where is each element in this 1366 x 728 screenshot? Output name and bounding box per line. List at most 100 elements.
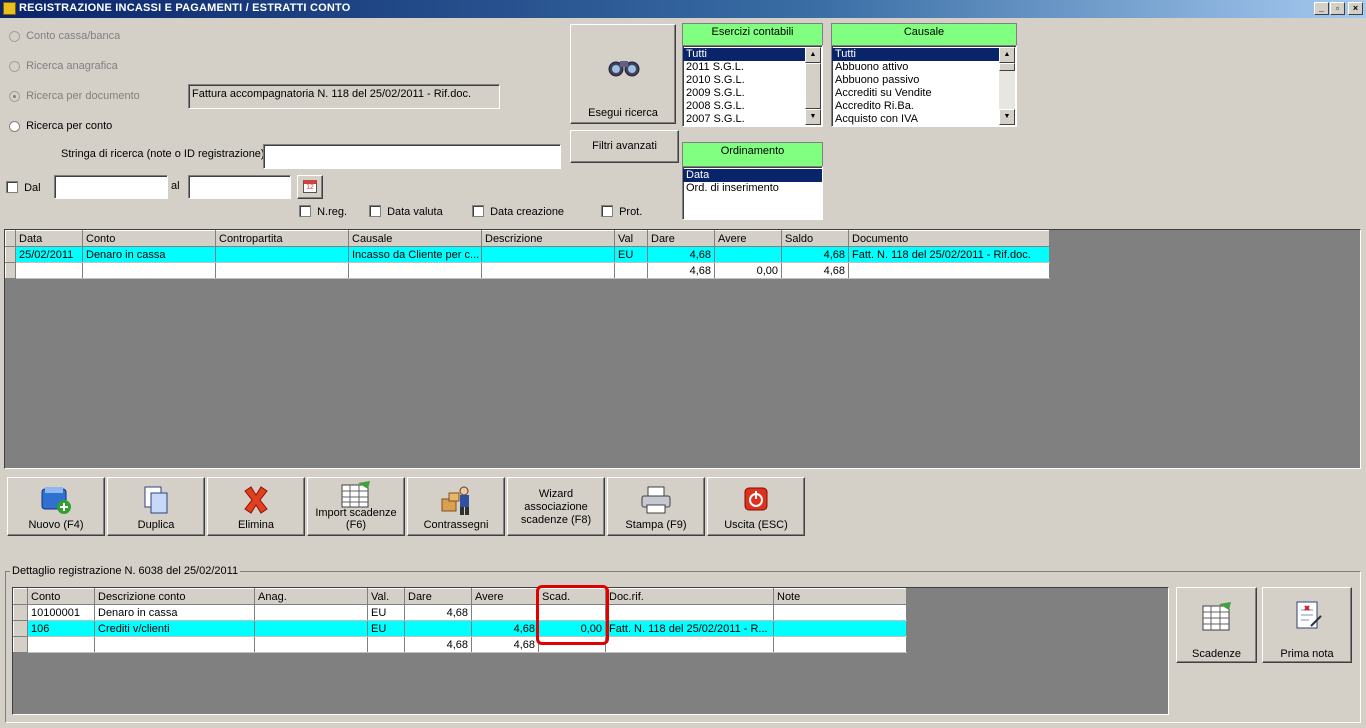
cell-documento[interactable]	[848, 262, 1050, 279]
cell-anag[interactable]	[254, 604, 368, 621]
column-header-data[interactable]: Data	[15, 230, 83, 247]
esercizi-item[interactable]: 2010 S.G.L.	[683, 74, 805, 87]
cell-contropartita[interactable]	[215, 246, 349, 263]
column-header-descrizione[interactable]: Descrizione	[481, 230, 615, 247]
dal-checkbox[interactable]: Dal	[6, 181, 41, 196]
prima-nota-button[interactable]: Prima nota	[1262, 587, 1352, 663]
cell-avere[interactable]: 4,68	[471, 620, 539, 637]
column-header-contropartita[interactable]: Contropartita	[215, 230, 349, 247]
cell-doc-rif[interactable]	[605, 636, 774, 653]
restore-button[interactable]: ▫	[1330, 2, 1345, 15]
import-scadenze-button[interactable]: Import scadenze (F6)	[307, 477, 405, 536]
table-row[interactable]: 10100001 Denaro in cassa EU 4,68	[13, 604, 907, 621]
scroll-up-arrow-icon[interactable]: ▲	[805, 47, 821, 63]
cell-conto[interactable]	[82, 262, 216, 279]
filtri-avanzati-button[interactable]: Filtri avanzati	[570, 130, 679, 163]
causale-item[interactable]: Abbuono passivo	[832, 74, 1000, 87]
cell-dare[interactable]: 4,68	[404, 636, 472, 653]
column-header-causale[interactable]: Causale	[348, 230, 482, 247]
contrassegni-button[interactable]: Contrassegni	[407, 477, 505, 536]
scroll-thumb[interactable]	[999, 63, 1015, 71]
cell-data[interactable]: 25/02/2011	[15, 246, 83, 263]
cell-descrizione-conto[interactable]	[94, 636, 255, 653]
column-header-doc-rif[interactable]: Doc.rif.	[605, 588, 774, 605]
scroll-thumb[interactable]	[805, 63, 821, 109]
cell-descrizione-conto[interactable]: Denaro in cassa	[94, 604, 255, 621]
radio-documento[interactable]: Ricerca per documento	[9, 90, 140, 102]
esercizi-item[interactable]: 2009 S.G.L.	[683, 87, 805, 100]
column-header-conto[interactable]: Conto	[82, 230, 216, 247]
row-indicator[interactable]	[5, 262, 16, 279]
cell-dare[interactable]: 4,68	[647, 246, 715, 263]
cell-dare[interactable]: 4,68	[647, 262, 715, 279]
causale-item[interactable]: Accrediti su Vendite	[832, 87, 1000, 100]
column-header-descrizione-conto[interactable]: Descrizione conto	[94, 588, 255, 605]
causale-scrollbar[interactable]: ▲ ▼	[999, 47, 1015, 125]
esercizi-item[interactable]: 2008 S.G.L.	[683, 100, 805, 113]
scroll-down-arrow-icon[interactable]: ▼	[805, 109, 821, 125]
scroll-up-arrow-icon[interactable]: ▲	[999, 47, 1015, 63]
cell-descrizione-conto[interactable]: Crediti v/clienti	[94, 620, 255, 637]
scadenze-button[interactable]: Scadenze	[1176, 587, 1257, 663]
cell-val[interactable]	[614, 262, 648, 279]
stampa-button[interactable]: Stampa (F9)	[607, 477, 705, 536]
close-button[interactable]: ×	[1348, 2, 1363, 15]
esercizi-item[interactable]: Tutti	[683, 48, 805, 61]
column-header-documento[interactable]: Documento	[848, 230, 1050, 247]
cell-note[interactable]	[773, 604, 907, 621]
column-header-avere[interactable]: Avere	[471, 588, 539, 605]
elimina-button[interactable]: Elimina	[207, 477, 305, 536]
scroll-down-arrow-icon[interactable]: ▼	[999, 109, 1015, 125]
row-indicator[interactable]	[13, 604, 28, 621]
data-creazione-checkbox[interactable]: Data creazione	[472, 205, 564, 220]
radio-conto-cassa[interactable]: Conto cassa/banca	[9, 30, 120, 42]
cell-val[interactable]: EU	[614, 246, 648, 263]
radio-conto[interactable]: Ricerca per conto	[9, 120, 112, 132]
cell-documento[interactable]: Fatt. N. 118 del 25/02/2011 - Rif.doc.	[848, 246, 1050, 263]
table-row[interactable]: 4,68 4,68	[13, 636, 907, 653]
cell-descrizione[interactable]	[481, 246, 615, 263]
cell-avere[interactable]	[471, 604, 539, 621]
cell-val[interactable]: EU	[367, 604, 405, 621]
cell-conto[interactable]	[27, 636, 95, 653]
cell-doc-rif[interactable]	[605, 604, 774, 621]
cell-conto[interactable]: 106	[27, 620, 95, 637]
cell-causale[interactable]	[348, 262, 482, 279]
minimize-button[interactable]: _	[1314, 2, 1329, 15]
column-header-val[interactable]: Val.	[367, 588, 405, 605]
stringa-input[interactable]	[263, 144, 561, 169]
column-header-anag[interactable]: Anag.	[254, 588, 368, 605]
detail-grid[interactable]: Conto Descrizione conto Anag. Val. Dare Avere…	[13, 588, 907, 653]
radio-anagrafica[interactable]: Ricerca anagrafica	[9, 60, 118, 72]
esercizi-item[interactable]: 2007 S.G.L.	[683, 113, 805, 126]
ordinamento-list[interactable]: Data Ord. di inserimento	[682, 166, 823, 220]
cell-conto[interactable]: Denaro in cassa	[82, 246, 216, 263]
column-header-val[interactable]: Val	[614, 230, 648, 247]
esercizi-scrollbar[interactable]: ▲ ▼	[805, 47, 821, 125]
data-valuta-checkbox[interactable]: Data valuta	[369, 205, 443, 220]
causale-list[interactable]: Tutti Abbuono attivo Abbuono passivo Accred…	[831, 45, 1017, 127]
calendar-button[interactable]: 12	[297, 175, 323, 199]
cell-anag[interactable]	[254, 636, 368, 653]
dal-input[interactable]	[54, 175, 168, 199]
ordinamento-item[interactable]: Data	[683, 169, 822, 182]
cell-descrizione[interactable]	[481, 262, 615, 279]
causale-item[interactable]: Accredito Ri.Ba.	[832, 100, 1000, 113]
column-header-saldo[interactable]: Saldo	[781, 230, 849, 247]
column-header-dare[interactable]: Dare	[404, 588, 472, 605]
cell-avere[interactable]: 0,00	[714, 262, 782, 279]
esercizi-item[interactable]: 2011 S.G.L.	[683, 61, 805, 74]
uscita-button[interactable]: Uscita (ESC)	[707, 477, 805, 536]
cell-note[interactable]	[773, 636, 907, 653]
cell-contropartita[interactable]	[215, 262, 349, 279]
cell-conto[interactable]: 10100001	[27, 604, 95, 621]
cell-saldo[interactable]: 4,68	[781, 246, 849, 263]
table-row[interactable]: 106 Crediti v/clienti EU 4,68 0,00 Fatt. N. 1…	[13, 620, 907, 637]
cell-val[interactable]: EU	[367, 620, 405, 637]
cell-note[interactable]	[773, 620, 907, 637]
cell-saldo[interactable]: 4,68	[781, 262, 849, 279]
cell-dare[interactable]: 4,68	[404, 604, 472, 621]
column-header-conto[interactable]: Conto	[27, 588, 95, 605]
column-header-dare[interactable]: Dare	[647, 230, 715, 247]
nreg-checkbox[interactable]: N.reg.	[299, 205, 347, 220]
